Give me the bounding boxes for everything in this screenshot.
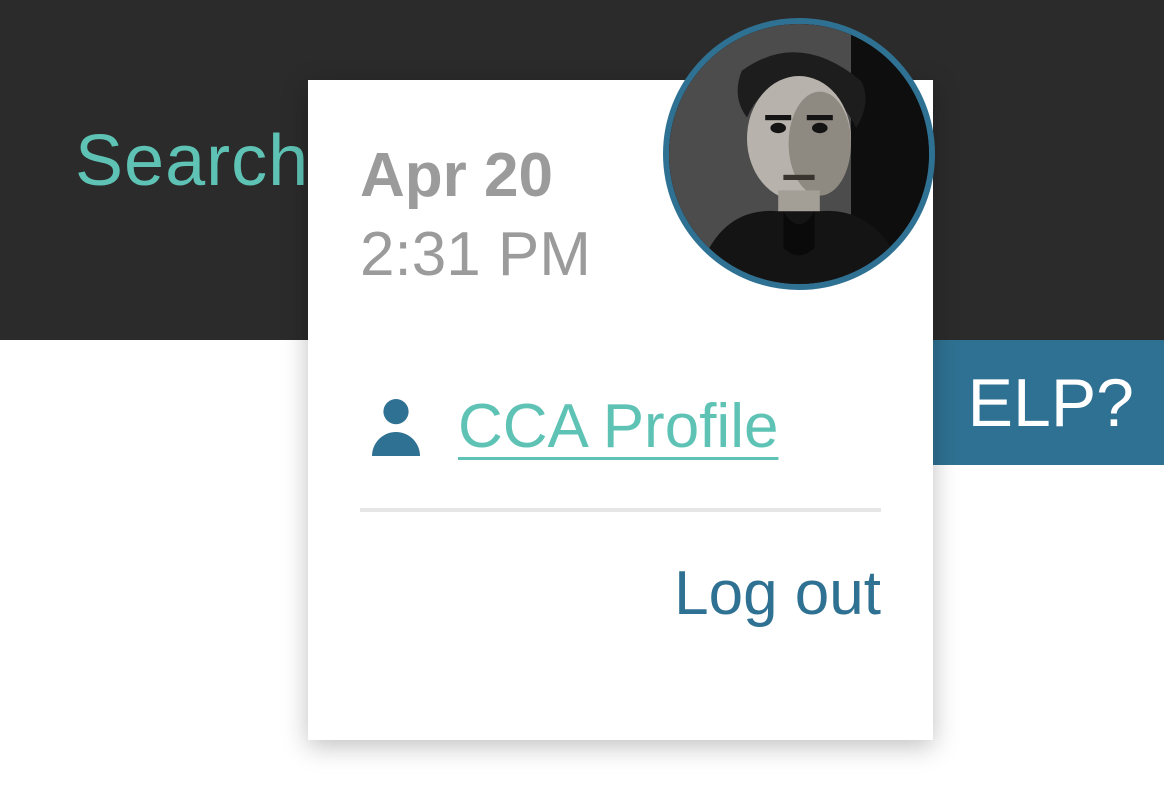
logout-link[interactable]: Log out — [674, 558, 881, 629]
help-label: ELP? — [968, 364, 1134, 442]
search-title: Search — [75, 120, 309, 202]
avatar[interactable] — [663, 18, 935, 290]
profile-link[interactable]: CCA Profile — [458, 391, 778, 462]
divider — [360, 508, 881, 512]
profile-row[interactable]: CCA Profile — [360, 390, 881, 462]
logout-row: Log out — [360, 558, 881, 629]
user-icon — [360, 390, 432, 462]
